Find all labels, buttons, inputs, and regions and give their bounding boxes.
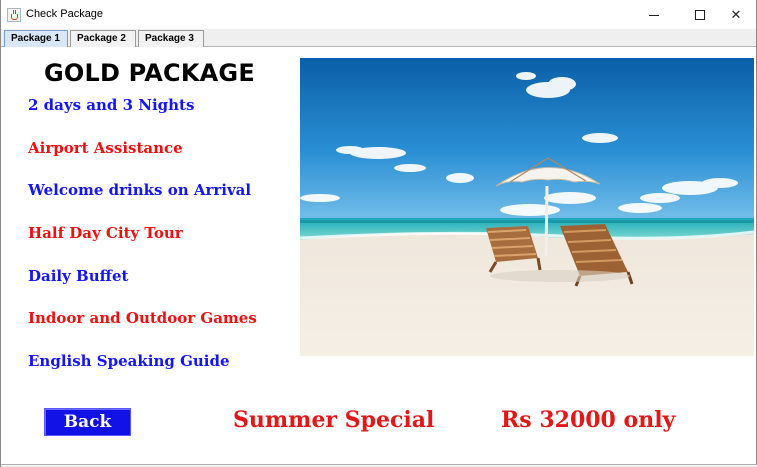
close-button[interactable]: ✕: [713, 0, 757, 30]
feature-daily-buffet: Daily Buffet: [28, 267, 129, 285]
feature-airport-assistance: Airport Assistance: [28, 139, 183, 157]
feature-guide: English Speaking Guide: [28, 352, 230, 370]
feature-city-tour: Half Day City Tour: [28, 224, 183, 242]
tab-package-1[interactable]: Package 1: [4, 30, 68, 47]
minimize-icon: [649, 14, 659, 16]
back-button[interactable]: Back: [44, 408, 131, 436]
app-window: Check Package ✕ Package 1 Package 2 Pack…: [0, 0, 757, 467]
package-panel: GOLD PACKAGE 2 days and 3 Nights Airport…: [2, 47, 755, 465]
maximize-icon: [695, 10, 705, 20]
promo-label: Summer Special: [233, 407, 435, 433]
close-icon: ✕: [730, 7, 742, 23]
feature-games: Indoor and Outdoor Games: [28, 309, 257, 327]
tab-package-3[interactable]: Package 3: [138, 30, 204, 47]
beach-photo: [300, 58, 754, 356]
feature-duration: 2 days and 3 Nights: [28, 96, 195, 114]
feature-welcome-drinks: Welcome drinks on Arrival: [28, 181, 252, 199]
tab-package-2[interactable]: Package 2: [70, 30, 136, 47]
tab-strip: Package 1 Package 2 Package 3: [1, 29, 756, 47]
java-cup-icon: [7, 8, 21, 22]
price-label: Rs 32000 only: [501, 407, 676, 433]
minimize-button[interactable]: [631, 0, 677, 30]
window-title: Check Package: [26, 8, 104, 20]
package-title: GOLD PACKAGE: [44, 59, 255, 87]
title-bar[interactable]: Check Package ✕: [1, 0, 756, 30]
